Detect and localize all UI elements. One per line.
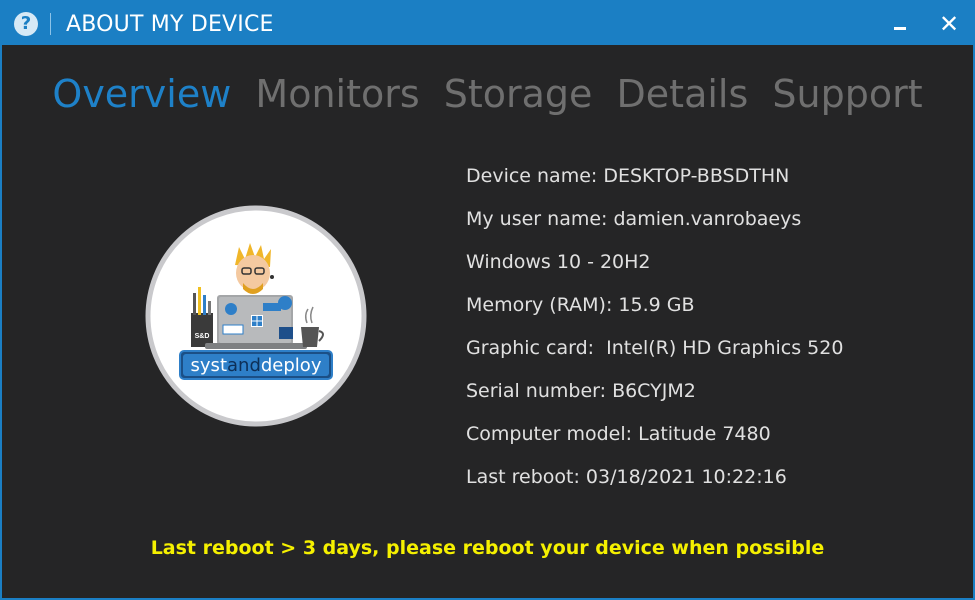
info-user-name: My user name: damien.vanrobaeys xyxy=(466,208,802,230)
about-device-window: ? ABOUT MY DEVICE ✕ Overview Monitors St… xyxy=(0,0,975,600)
tab-storage[interactable]: Storage xyxy=(444,72,593,116)
tab-monitors[interactable]: Monitors xyxy=(255,72,419,116)
title-separator xyxy=(50,13,51,35)
tab-details[interactable]: Details xyxy=(617,72,749,116)
minimize-icon xyxy=(894,27,906,30)
info-graphic-card: Graphic card: Intel(R) HD Graphics 520 xyxy=(466,337,844,359)
minimize-button[interactable] xyxy=(886,12,916,38)
brand-text: systanddeploy xyxy=(191,355,322,376)
logo-graphic: S&D systanddeploy xyxy=(145,205,367,427)
info-os-version: Windows 10 - 20H2 xyxy=(466,251,651,273)
window-title: ABOUT MY DEVICE xyxy=(66,12,274,37)
tab-bar: Overview Monitors Storage Details Suppor… xyxy=(2,72,973,116)
close-button[interactable]: ✕ xyxy=(934,9,964,39)
help-icon[interactable]: ? xyxy=(14,12,38,36)
reboot-warning: Last reboot > 3 days, please reboot your… xyxy=(150,537,825,559)
info-serial-number: Serial number: B6CYJM2 xyxy=(466,380,696,402)
tab-overview[interactable]: Overview xyxy=(52,72,231,116)
tab-support[interactable]: Support xyxy=(772,72,922,116)
cup-label: S&D xyxy=(195,333,210,340)
info-memory: Memory (RAM): 15.9 GB xyxy=(466,294,695,316)
device-info-list: Device name: DESKTOP-BBSDTHN My user nam… xyxy=(466,162,843,506)
info-computer-model: Computer model: Latitude 7480 xyxy=(466,423,771,445)
info-last-reboot: Last reboot: 03/18/2021 10:22:16 xyxy=(466,466,787,488)
title-bar: ? ABOUT MY DEVICE ✕ xyxy=(2,2,973,45)
info-device-name: Device name: DESKTOP-BBSDTHN xyxy=(466,165,790,187)
systanddeploy-logo: S&D systanddeploy xyxy=(143,203,369,429)
